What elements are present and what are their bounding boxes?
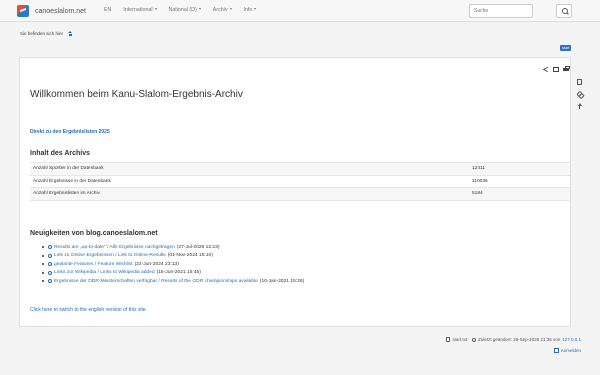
globe-icon (48, 245, 52, 250)
canoe-logo-icon (17, 5, 29, 17)
news-link[interactable]: Link zu Online-Ergebnissen / Link to Onl… (54, 253, 166, 258)
news-date: (01-Nov-2024 15:10) (167, 253, 213, 259)
brand-name: canoeslalom.net (35, 7, 86, 15)
globe-icon (48, 253, 52, 258)
mail-icon[interactable] (553, 67, 559, 72)
home-icon[interactable] (68, 31, 73, 36)
news-link[interactable]: geplante Features / Feature Wishlist (54, 262, 133, 267)
archive-stats-table: Anzahl Sportler in der Datenbank 12411 A… (30, 162, 570, 201)
page-info: start.txt Zuletzt geändert: 28-Sep-2025 … (446, 337, 581, 342)
table-row: Anzahl Ergebnisse in der Datenbank 11003… (30, 174, 570, 188)
results-2025-link[interactable]: Direkt zu den Ergebnislisten 2025 (30, 129, 110, 135)
share-icon[interactable] (543, 66, 549, 72)
search-input[interactable] (469, 4, 533, 18)
nav-menu: EN International National (D) Archiv Inf… (104, 7, 268, 13)
news-heading: Neuigkeiten von blog.canoeslalom.net (30, 230, 158, 237)
side-toolbar (577, 79, 584, 115)
chevron-down-icon (254, 8, 257, 10)
news-link[interactable]: Links zur Wikipedia / Links to Wikipedia… (54, 270, 155, 275)
list-item: Link zu Online-Ergebnissen / Link to Onl… (48, 252, 304, 261)
nav-item-international[interactable]: International (123, 7, 157, 13)
stat-label: Anzahl Ergebnislisten im Archiv (30, 187, 469, 201)
file-icon (446, 337, 451, 342)
breadcrumb: Sie befinden sich hier (20, 31, 73, 36)
news-list: Results are „up-to-date" / Alle Ergebnis… (48, 243, 304, 286)
globe-icon (48, 270, 52, 275)
brand[interactable]: canoeslalom.net (17, 5, 86, 17)
list-item: geplante Features / Feature Wishlist (22… (48, 260, 304, 269)
table-row: Anzahl Ergebnislisten im Archiv 5184 (30, 187, 570, 201)
top-navbar: canoeslalom.net EN International Nationa… (0, 0, 600, 22)
chevron-down-icon (154, 8, 157, 10)
stat-value: 12411 (469, 162, 570, 175)
archive-heading: Inhalt des Archivs (30, 150, 91, 157)
chevron-down-icon (229, 8, 232, 10)
list-item: Links zur Wikipedia / Links to Wikipedia… (48, 269, 304, 278)
search-button[interactable] (556, 4, 572, 18)
breadcrumb-label: Sie befinden sich hier (20, 31, 64, 36)
globe-icon (48, 279, 52, 284)
clock-icon (472, 337, 477, 342)
news-date: (15-Jun-2021 15:45) (156, 270, 201, 276)
chevron-down-icon (198, 8, 201, 10)
news-link[interactable]: Results are „up-to-date" / Alle Ergebnis… (54, 245, 175, 250)
print-icon[interactable] (563, 66, 570, 72)
nav-item-archiv[interactable]: Archiv (213, 7, 232, 13)
english-version-link[interactable]: Click here to switch to the english vers… (30, 307, 147, 313)
news-link[interactable]: Ergebnisse der DDR-Meisterschaften verfü… (54, 279, 258, 284)
login-link[interactable]: Anmelden (553, 348, 581, 353)
table-row: Anzahl Sportler in der Datenbank 12411 (30, 162, 570, 175)
list-item: Ergebnisse der DDR-Meisterschaften verfü… (48, 277, 304, 286)
arrow-up-icon[interactable] (577, 103, 582, 109)
link-icon[interactable] (577, 91, 582, 97)
file-name: start.txt (452, 337, 468, 342)
news-date: (22-Jun-2024 23:13) (134, 261, 179, 267)
stat-label: Anzahl Sportler in der Datenbank (30, 162, 469, 175)
last-modified: Zuletzt geändert: 28-Sep-2025 21:36 von (478, 337, 561, 342)
page-title: Willkommen beim Kanu-Slalom-Ergebnis-Arc… (30, 89, 243, 100)
stat-value: 5184 (469, 187, 570, 201)
stat-label: Anzahl Ergebnisse in der Datenbank (30, 174, 469, 188)
nav-item-en[interactable]: EN (104, 7, 111, 13)
page-id-badge[interactable]: start (560, 45, 572, 51)
nav-item-national[interactable]: National (D) (169, 7, 201, 13)
document-icon[interactable] (577, 79, 582, 85)
editor-ip[interactable]: 127.0.0.1 (562, 337, 581, 342)
login-icon (553, 348, 559, 353)
news-date: (10-Jan-2021 15:26) (259, 278, 305, 284)
login-label: Anmelden (560, 348, 581, 353)
nav-item-info[interactable]: Info (244, 7, 257, 13)
news-date: (27-Jul-2025 12:23) (176, 244, 220, 250)
globe-icon (48, 262, 52, 267)
list-item: Results are „up-to-date" / Alle Ergebnis… (48, 243, 304, 252)
stat-value: 110036 (469, 174, 570, 188)
page-tools (539, 66, 570, 72)
